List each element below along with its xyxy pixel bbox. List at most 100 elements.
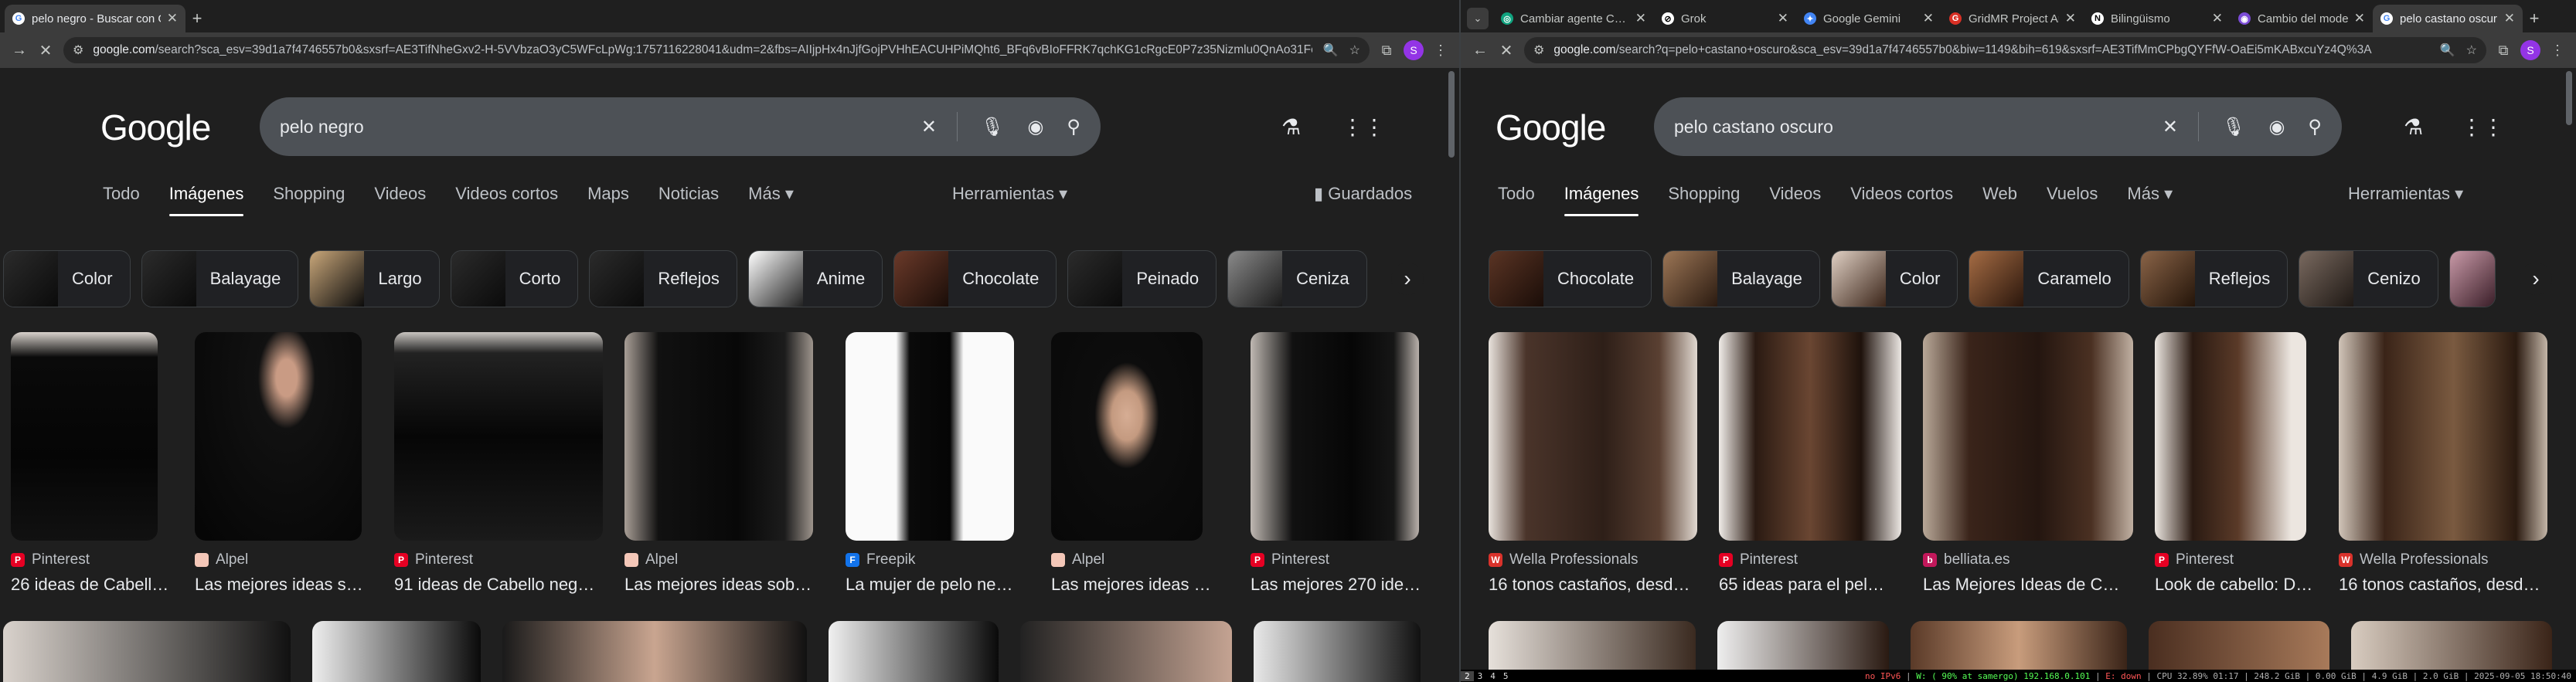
result-thumbnail[interactable] bbox=[2339, 332, 2547, 541]
nav-tab-todo[interactable]: Todo bbox=[103, 184, 140, 216]
tab-pelo-negro[interactable]: G pelo negro - Buscar con Goo ✕ bbox=[5, 5, 185, 32]
tab-cambio-modelo[interactable]: ◉ Cambio del modelo ✕ bbox=[2231, 5, 2373, 32]
chip-anime[interactable]: Anime bbox=[747, 250, 883, 307]
result-thumbnail[interactable] bbox=[1254, 621, 1421, 682]
image-result[interactable]: P Pinterest 26 ideas de Cabell… bbox=[11, 332, 173, 595]
result-thumbnail[interactable] bbox=[829, 621, 999, 682]
image-result[interactable]: Alpel Las mejores ideas s… bbox=[195, 332, 373, 595]
voice-search-icon[interactable]: 🎙 bbox=[981, 116, 1004, 138]
result-title[interactable]: Las mejores ideas … bbox=[1051, 575, 1229, 595]
result-thumbnail[interactable] bbox=[195, 332, 362, 541]
image-result[interactable]: b belliata.es Las Mejores Ideas de C… bbox=[1923, 332, 2133, 595]
search-input[interactable]: pelo negro bbox=[280, 117, 898, 137]
search-icon[interactable]: ⚲ bbox=[1067, 116, 1080, 138]
site-info-icon[interactable]: ⚙ bbox=[73, 42, 83, 58]
nav-tab-todo[interactable]: Todo bbox=[1498, 184, 1535, 216]
page-scrollbar[interactable] bbox=[2566, 71, 2572, 125]
stop-loading-icon[interactable]: ✕ bbox=[32, 37, 59, 63]
chip-caramelo[interactable]: Caramelo bbox=[1969, 250, 2129, 307]
result-thumbnail[interactable] bbox=[3, 621, 291, 682]
chips-next-arrow-icon[interactable]: › bbox=[2520, 263, 2552, 295]
result-thumbnail[interactable] bbox=[1719, 332, 1901, 541]
image-result[interactable]: P Pinterest 91 ideas de Cabello neg… bbox=[394, 332, 603, 595]
chip-cenizo[interactable]: Cenizo bbox=[2299, 250, 2438, 307]
result-title[interactable]: Las mejores 270 ide… bbox=[1251, 575, 1425, 595]
workspace-2[interactable]: 2 bbox=[1461, 670, 1474, 681]
nav-tab-mas[interactable]: Más ▾ bbox=[2127, 184, 2173, 216]
labs-flask-icon[interactable]: ⚗ bbox=[2404, 114, 2423, 140]
profile-avatar[interactable]: S bbox=[2520, 40, 2540, 60]
lens-search-icon[interactable]: ◉ bbox=[1027, 116, 1043, 138]
result-title[interactable]: La mujer de pelo ne… bbox=[846, 575, 1029, 595]
nav-tab-videos-cortos[interactable]: Videos cortos bbox=[455, 184, 558, 216]
lens-search-icon[interactable]: ◉ bbox=[2268, 116, 2285, 138]
zoom-icon[interactable]: 🔍 bbox=[2440, 42, 2455, 58]
image-result[interactable]: W Wella Professionals 16 tonos castaños, … bbox=[2339, 332, 2547, 595]
chip-chocolate[interactable]: Chocolate bbox=[1489, 250, 1652, 307]
nav-tab-vuelos[interactable]: Vuelos bbox=[2047, 184, 2098, 216]
profile-avatar[interactable]: S bbox=[1404, 40, 1424, 60]
chip-chocolate[interactable]: Chocolate bbox=[893, 250, 1057, 307]
bookmark-star-icon[interactable]: ☆ bbox=[1349, 42, 1360, 58]
result-title[interactable]: 16 tonos castaños, desd… bbox=[2339, 575, 2547, 595]
workspace-4[interactable]: 4 bbox=[1486, 671, 1499, 681]
apps-grid-icon[interactable]: ⋮⋮ bbox=[1342, 114, 1385, 140]
image-result[interactable]: Alpel Las mejores ideas … bbox=[1051, 332, 1229, 595]
result-title[interactable]: Look de cabello: D… bbox=[2155, 575, 2317, 595]
chip-color[interactable]: Color bbox=[1830, 250, 1958, 307]
result-thumbnail[interactable] bbox=[1489, 332, 1697, 541]
labs-flask-icon[interactable]: ⚗ bbox=[1281, 114, 1301, 140]
workspace-5[interactable]: 5 bbox=[1499, 671, 1513, 681]
image-result[interactable]: Alpel Las mejores ideas sob… bbox=[624, 332, 824, 595]
close-tab-icon[interactable]: ✕ bbox=[167, 11, 178, 26]
tab-pelo-castano[interactable]: G pelo castano oscur ✕ bbox=[2373, 5, 2523, 32]
nav-tab-maps[interactable]: Maps bbox=[587, 184, 629, 216]
nav-tab-shopping[interactable]: Shopping bbox=[1668, 184, 1740, 216]
result-thumbnail[interactable] bbox=[394, 332, 603, 541]
result-thumbnail[interactable] bbox=[2155, 332, 2306, 541]
image-result[interactable]: P Pinterest Look de cabello: D… bbox=[2155, 332, 2317, 595]
chip-largo[interactable]: Largo bbox=[309, 250, 440, 307]
nav-tab-videos-cortos[interactable]: Videos cortos bbox=[1850, 184, 1953, 216]
tools-menu[interactable]: Herramientas ▾ bbox=[2348, 184, 2463, 204]
browser-menu-icon[interactable]: ⋮ bbox=[2545, 38, 2570, 63]
search-icon[interactable]: ⚲ bbox=[2308, 116, 2322, 138]
nav-tab-web[interactable]: Web bbox=[1982, 184, 2017, 216]
site-info-icon[interactable]: ⚙ bbox=[1533, 42, 1544, 58]
saved-link[interactable]: ▮ Guardados bbox=[1314, 184, 1412, 204]
result-title[interactable]: 91 ideas de Cabello neg… bbox=[394, 575, 603, 595]
tab-bilinguismo[interactable]: N Bilingüismo ✕ bbox=[2084, 5, 2231, 32]
zoom-icon[interactable]: 🔍 bbox=[1323, 42, 1339, 58]
chip-reflejos[interactable]: Reflejos bbox=[2139, 250, 2288, 307]
image-result[interactable]: P Pinterest Las mejores 270 ide… bbox=[1251, 332, 1425, 595]
nav-tab-videos[interactable]: Videos bbox=[1769, 184, 1821, 216]
voice-search-icon[interactable]: 🎙 bbox=[2222, 116, 2245, 138]
clear-search-icon[interactable]: ✕ bbox=[921, 116, 937, 138]
result-thumbnail[interactable] bbox=[624, 332, 813, 541]
search-input[interactable]: pelo castano oscuro bbox=[1674, 117, 2139, 137]
chip-ceniza[interactable]: Ceniza bbox=[1227, 250, 1367, 307]
result-title[interactable]: Las mejores ideas s… bbox=[195, 575, 373, 595]
result-thumbnail[interactable] bbox=[1051, 332, 1203, 541]
clear-search-icon[interactable]: ✕ bbox=[2163, 116, 2178, 138]
close-tab-icon[interactable]: ✕ bbox=[1778, 11, 1788, 26]
image-result[interactable]: W Wella Professionals 16 tonos castaños, … bbox=[1489, 332, 1697, 595]
result-title[interactable]: 65 ideas para el pel… bbox=[1719, 575, 1901, 595]
google-logo[interactable]: Google bbox=[100, 107, 211, 148]
result-thumbnail[interactable] bbox=[312, 621, 481, 682]
nav-tab-imagenes[interactable]: Imágenes bbox=[168, 184, 243, 216]
tab-search-icon[interactable]: ⌄ bbox=[1467, 8, 1489, 29]
address-bar[interactable]: ⚙ google.com/search?sca_esv=39d1a7f47465… bbox=[63, 37, 1370, 63]
result-thumbnail[interactable] bbox=[1020, 621, 1232, 682]
chip-reflejos[interactable]: Reflejos bbox=[589, 250, 737, 307]
chip-balayage[interactable]: Balayage bbox=[1662, 250, 1820, 307]
result-thumbnail[interactable] bbox=[846, 332, 1014, 541]
nav-tab-imagenes[interactable]: Imágenes bbox=[1564, 184, 1638, 216]
google-logo[interactable]: Google bbox=[1496, 107, 1606, 148]
chip-peinado[interactable]: Peinado bbox=[1067, 250, 1217, 307]
image-result[interactable]: P Pinterest 65 ideas para el pel… bbox=[1719, 332, 1901, 595]
nav-tab-mas[interactable]: Más ▾ bbox=[748, 184, 794, 216]
new-tab-button[interactable]: + bbox=[2523, 5, 2546, 32]
bookmark-star-icon[interactable]: ☆ bbox=[2466, 42, 2477, 58]
close-tab-icon[interactable]: ✕ bbox=[1923, 11, 1934, 26]
